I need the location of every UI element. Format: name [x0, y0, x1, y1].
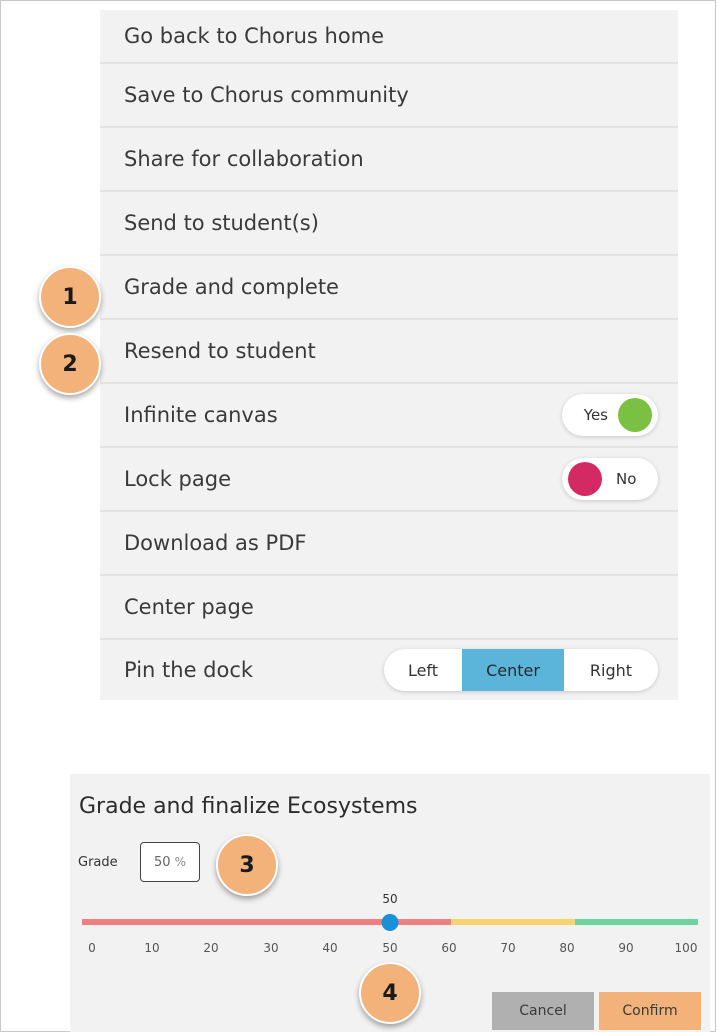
slider-tick-label: 100: [674, 941, 698, 955]
callout-badge-3: 3: [216, 834, 278, 896]
slider-thumb[interactable]: [381, 914, 399, 931]
menu-item-infinite-canvas: Infinite canvas Yes: [100, 384, 678, 448]
callout-badge-4: 4: [359, 962, 421, 1024]
menu-item-send-students[interactable]: Send to student(s): [100, 192, 678, 256]
menu-item-label: Infinite canvas: [124, 403, 278, 427]
toggle-label: No: [616, 470, 637, 488]
slider-tick-label: 80: [559, 941, 575, 955]
confirm-button[interactable]: Confirm: [599, 992, 701, 1030]
slider-tick-label: 70: [500, 941, 516, 955]
menu-item-share-collaboration[interactable]: Share for collaboration: [100, 128, 678, 192]
slider-tick-label: 40: [322, 941, 338, 955]
slider-track-yellow[interactable]: [451, 919, 575, 925]
menu-item-label: Pin the dock: [124, 658, 254, 682]
menu-item-lock-page: Lock page No: [100, 448, 678, 512]
menu-item-label: Save to Chorus community: [124, 83, 409, 107]
menu-item-label: Lock page: [124, 467, 232, 491]
slider-tick-label: 10: [144, 941, 160, 955]
menu-item-label: Send to student(s): [124, 211, 319, 235]
menu-item-download-pdf[interactable]: Download as PDF: [100, 512, 678, 576]
slider-tick-label: 0: [88, 941, 96, 955]
toggle-knob: [618, 398, 652, 432]
menu-item-label: Go back to Chorus home: [124, 24, 385, 48]
dock-option-center[interactable]: Center: [462, 649, 564, 691]
menu-item-label: Share for collaboration: [124, 147, 364, 171]
menu-item-save-community[interactable]: Save to Chorus community: [100, 64, 678, 128]
cancel-button[interactable]: Cancel: [492, 992, 594, 1030]
menu-item-label: Grade and complete: [124, 275, 339, 299]
infinite-canvas-toggle[interactable]: Yes: [562, 394, 658, 436]
slider-tick-label: 20: [203, 941, 219, 955]
callout-badge-2: 2: [39, 333, 101, 395]
menu-item-label: Resend to student: [124, 339, 316, 363]
menu-item-label: Center page: [124, 595, 254, 619]
menu-item-label: Download as PDF: [124, 531, 307, 555]
lock-page-toggle[interactable]: No: [562, 458, 658, 500]
options-menu: Go back to Chorus home Save to Chorus co…: [100, 10, 678, 700]
menu-item-grade-complete[interactable]: Grade and complete: [100, 256, 678, 320]
grade-input[interactable]: 50 %: [140, 842, 200, 882]
menu-item-go-home[interactable]: Go back to Chorus home: [100, 10, 678, 64]
slider-tick-label: 30: [263, 941, 279, 955]
dock-option-left[interactable]: Left: [384, 649, 462, 691]
slider-tick-label: 60: [441, 941, 457, 955]
grade-value: 50: [154, 854, 171, 870]
menu-item-resend-student[interactable]: Resend to student: [100, 320, 678, 384]
panel-title: Grade and finalize Ecosystems: [79, 794, 418, 819]
slider-value-label: 50: [382, 892, 398, 906]
toggle-knob: [568, 462, 602, 496]
dock-option-right[interactable]: Right: [564, 649, 658, 691]
menu-item-pin-dock: Pin the dock Left Center Right: [100, 640, 678, 700]
toggle-label: Yes: [583, 406, 608, 424]
grade-label: Grade: [78, 855, 118, 870]
callout-badge-1: 1: [39, 266, 101, 328]
dock-position-selector: Left Center Right: [384, 649, 658, 691]
menu-item-center-page[interactable]: Center page: [100, 576, 678, 640]
slider-tick-label: 50: [382, 941, 398, 955]
slider-tick-label: 90: [618, 941, 634, 955]
slider-track-green[interactable]: [575, 919, 698, 925]
grade-unit: %: [174, 855, 186, 869]
